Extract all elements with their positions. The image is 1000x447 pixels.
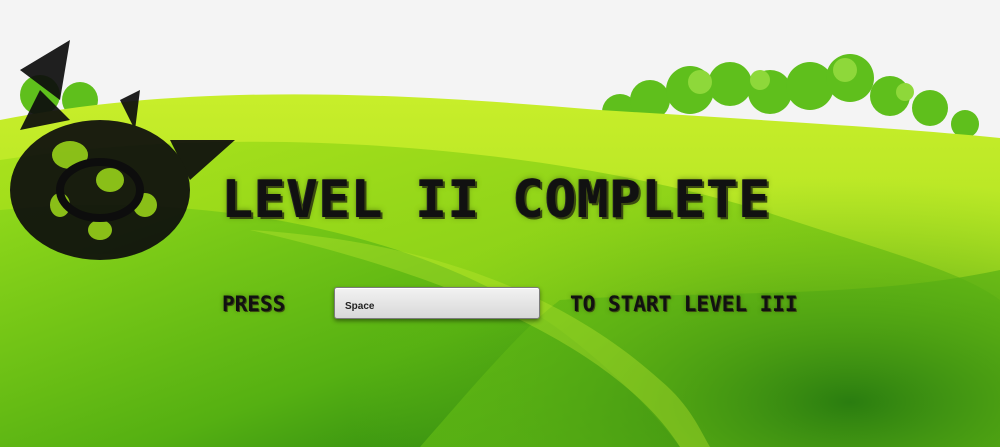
press-label: PRESS [222,292,286,316]
level-complete-title: LEVEL II COMPLETE [222,170,772,230]
spiked-wheel-logo-icon [10,40,235,260]
game-screen: LEVEL II COMPLETE PRESS Space TO START L… [0,0,1000,447]
continue-key-field[interactable]: Space [334,287,540,319]
start-next-level-label: TO START LEVEL III [570,292,798,316]
